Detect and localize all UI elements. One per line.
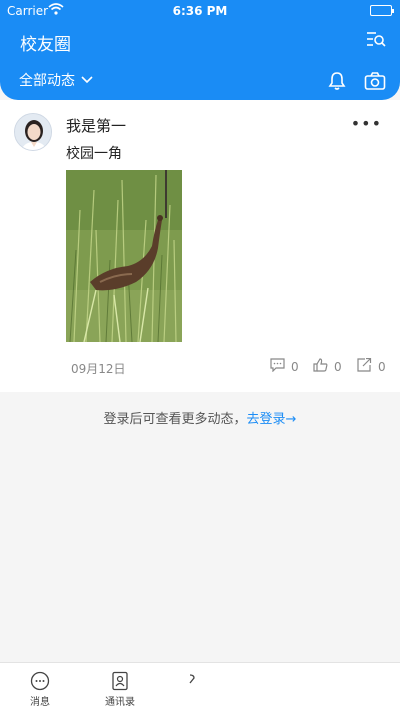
post-content: 校园一角 xyxy=(66,146,122,162)
status-bar: Carrier 6:36 PM xyxy=(0,0,400,22)
share-count: 0 xyxy=(378,359,386,374)
contacts-icon xyxy=(112,671,128,691)
status-time: 6:36 PM xyxy=(172,4,228,18)
search-list-icon[interactable] xyxy=(366,30,386,54)
tab-partial[interactable] xyxy=(182,671,202,693)
login-prompt-text: 登录后可查看更多动态， xyxy=(103,412,247,427)
partial-tab-icon xyxy=(189,674,195,684)
tab-messages[interactable]: 消息 xyxy=(10,671,70,708)
bell-icon[interactable] xyxy=(327,71,347,95)
share-icon xyxy=(357,357,372,375)
share-button[interactable]: 0 xyxy=(357,357,386,375)
tab-messages-label: 消息 xyxy=(30,697,50,708)
comment-icon xyxy=(270,358,285,375)
tab-contacts[interactable]: 通讯录 xyxy=(90,671,150,708)
post-date: 09月12日 xyxy=(71,362,126,376)
message-icon xyxy=(30,671,50,691)
thumbs-up-icon xyxy=(313,358,328,375)
page-title: 校友圈 xyxy=(20,35,71,55)
login-prompt: 登录后可查看更多动态，去登录→ xyxy=(0,408,400,427)
avatar[interactable] xyxy=(14,113,52,151)
chevron-down-icon xyxy=(81,72,93,88)
top-header: Carrier 6:36 PM 校友圈 全部动态 xyxy=(0,0,400,100)
login-link[interactable]: 去登录→ xyxy=(247,412,297,427)
comment-count: 0 xyxy=(291,359,299,374)
comment-button[interactable]: 0 xyxy=(270,358,299,375)
feed-filter-label: 全部动态 xyxy=(19,73,75,89)
like-count: 0 xyxy=(334,359,342,374)
bottom-tab-bar: 消息 通讯录 xyxy=(0,662,400,710)
more-icon[interactable]: ••• xyxy=(351,114,382,133)
camera-icon[interactable] xyxy=(364,71,386,95)
battery-icon xyxy=(370,5,394,16)
like-button[interactable]: 0 xyxy=(313,358,342,375)
post-image[interactable] xyxy=(66,170,182,342)
post-author[interactable]: 我是第一 xyxy=(66,115,126,136)
feed-post: 我是第一 ••• 校园一角 09月12日 0 0 0 xyxy=(0,100,400,392)
tab-contacts-label: 通讯录 xyxy=(105,697,135,708)
feed-filter-dropdown[interactable]: 全部动态 xyxy=(19,70,93,90)
